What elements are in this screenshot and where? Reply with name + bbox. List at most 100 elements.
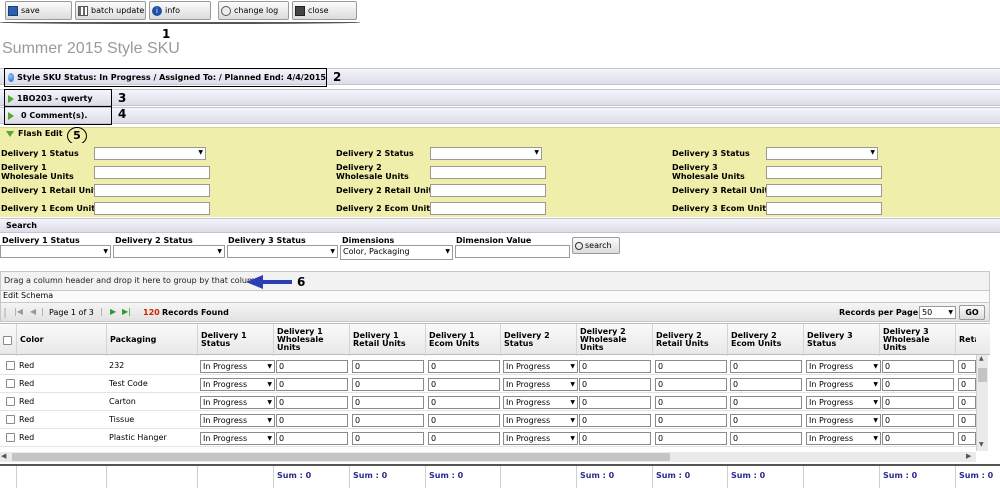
cell-units-input[interactable]: 0 <box>428 378 500 391</box>
grid-horizontal-scrollbar[interactable]: ◀ ▶ <box>0 452 976 462</box>
cell-units-input[interactable]: 0 <box>958 360 976 373</box>
header-d2-status[interactable]: Delivery 2 Status <box>500 324 576 356</box>
cell-d2-status-select[interactable]: In Progress ▼ <box>503 414 578 427</box>
search-d3-select[interactable]: ▼ <box>227 245 338 258</box>
cell-d3-status-select[interactable]: In Progress ▼ <box>806 432 881 445</box>
cell-units-input[interactable]: 0 <box>276 432 348 445</box>
group-drop-area[interactable]: Drag a column header and drop it here to… <box>0 271 990 291</box>
row-checkbox[interactable] <box>6 415 15 424</box>
cell-units-input[interactable]: 0 <box>655 414 727 427</box>
d3-ecom-input[interactable] <box>766 202 882 215</box>
row-checkbox[interactable] <box>6 397 15 406</box>
cell-units-input[interactable]: 0 <box>352 432 424 445</box>
cell-d2-status-select[interactable]: In Progress ▼ <box>503 396 578 409</box>
search-d2-select[interactable]: ▼ <box>113 245 225 258</box>
status-header[interactable]: Style SKU Status: In Progress / Assigned… <box>4 68 327 87</box>
save-button[interactable]: save <box>5 1 72 20</box>
cell-d1-status-select[interactable]: In Progress ▼ <box>200 360 275 373</box>
cell-units-input[interactable]: 0 <box>730 360 802 373</box>
cell-units-input[interactable]: 0 <box>352 414 424 427</box>
cell-units-input[interactable]: 0 <box>730 396 802 409</box>
cell-units-input[interactable]: 0 <box>882 360 954 373</box>
cell-d2-status-select[interactable]: In Progress ▼ <box>503 360 578 373</box>
d2-ecom-input[interactable] <box>430 202 546 215</box>
d1-status-select[interactable] <box>94 147 206 160</box>
records-per-page-select[interactable]: 50 ▼ <box>919 306 956 319</box>
cell-units-input[interactable]: 0 <box>882 396 954 409</box>
cell-d3-status-select[interactable]: In Progress ▼ <box>806 396 881 409</box>
cell-units-input[interactable]: 0 <box>352 360 424 373</box>
header-d2-wholesale[interactable]: Delivery 2 Wholesale Units <box>576 324 652 356</box>
comments-header[interactable]: 0 Comment(s). <box>4 106 112 125</box>
d1-ecom-input[interactable] <box>94 202 210 215</box>
header-d3-retail[interactable]: Reta <box>955 324 976 356</box>
header-d1-status[interactable]: Delivery 1 Status <box>197 324 273 356</box>
cell-units-input[interactable]: 0 <box>958 378 976 391</box>
cell-d1-status-select[interactable]: In Progress ▼ <box>200 396 275 409</box>
change-log-button[interactable]: change log <box>218 1 289 20</box>
table-row[interactable]: Red Carton In Progress ▼ In Progress ▼ In Prog… <box>0 393 976 411</box>
cell-units-input[interactable]: 0 <box>730 414 802 427</box>
header-d1-ecom[interactable]: Delivery 1 Ecom Units <box>425 324 500 356</box>
d1-retail-input[interactable] <box>94 184 210 197</box>
cell-units-input[interactable]: 0 <box>882 414 954 427</box>
cell-units-input[interactable]: 0 <box>655 360 727 373</box>
go-button[interactable]: GO <box>959 305 985 320</box>
cell-units-input[interactable]: 0 <box>276 414 348 427</box>
cell-units-input[interactable]: 0 <box>428 360 500 373</box>
cell-units-input[interactable]: 0 <box>579 432 651 445</box>
header-packaging[interactable]: Packaging <box>106 324 197 356</box>
batch-update-button[interactable]: batch update <box>75 1 146 20</box>
d2-retail-input[interactable] <box>430 184 546 197</box>
cell-units-input[interactable]: 0 <box>428 396 500 409</box>
table-row[interactable]: Red 232 In Progress ▼ In Progress ▼ In Progres… <box>0 357 976 375</box>
table-row[interactable]: Red Test Code In Progress ▼ In Progress ▼ In P… <box>0 375 976 393</box>
cell-units-input[interactable]: 0 <box>655 378 727 391</box>
row-checkbox[interactable] <box>6 361 15 370</box>
edit-schema-link[interactable]: Edit Schema <box>0 291 990 302</box>
prev-page-icon[interactable]: ◀ <box>30 307 36 316</box>
hscroll-thumb[interactable] <box>12 453 670 461</box>
cell-units-input[interactable]: 0 <box>958 414 976 427</box>
cell-units-input[interactable]: 0 <box>428 432 500 445</box>
row-checkbox[interactable] <box>6 433 15 442</box>
header-select-all[interactable] <box>0 324 16 356</box>
header-d3-wholesale[interactable]: Delivery 3 Wholesale Units <box>879 324 955 356</box>
header-d2-ecom[interactable]: Delivery 2 Ecom Units <box>727 324 803 356</box>
dimension-value-input[interactable] <box>455 245 570 258</box>
flash-edit-header[interactable]: Flash Edit <box>6 129 63 138</box>
cell-d3-status-select[interactable]: In Progress ▼ <box>806 360 881 373</box>
table-row[interactable]: Red Plastic Hanger In Progress ▼ In Progress… <box>0 429 976 447</box>
cell-units-input[interactable]: 0 <box>730 432 802 445</box>
cell-units-input[interactable]: 0 <box>276 378 348 391</box>
header-d2-retail[interactable]: Delivery 2 Retail Units <box>652 324 727 356</box>
vscroll-thumb[interactable] <box>978 368 987 382</box>
cell-units-input[interactable]: 0 <box>730 378 802 391</box>
cell-units-input[interactable]: 0 <box>882 432 954 445</box>
table-row[interactable]: Red Tissue In Progress ▼ In Progress ▼ In Prog… <box>0 411 976 429</box>
cell-units-input[interactable]: 0 <box>958 432 976 445</box>
scroll-left-icon[interactable]: ◀ <box>1 452 6 460</box>
search-button[interactable]: search <box>572 237 620 254</box>
cell-units-input[interactable]: 0 <box>579 396 651 409</box>
cell-d1-status-select[interactable]: In Progress ▼ <box>200 414 275 427</box>
cell-units-input[interactable]: 0 <box>428 414 500 427</box>
close-button[interactable]: close <box>292 1 357 20</box>
header-d3-status[interactable]: Delivery 3 Status <box>803 324 879 356</box>
select-all-checkbox[interactable] <box>3 335 12 345</box>
cell-units-input[interactable]: 0 <box>579 360 651 373</box>
cell-d2-status-select[interactable]: In Progress ▼ <box>503 432 578 445</box>
cell-units-input[interactable]: 0 <box>655 432 727 445</box>
scroll-up-icon[interactable]: ▲ <box>979 355 984 362</box>
cell-units-input[interactable]: 0 <box>276 396 348 409</box>
cell-d3-status-select[interactable]: In Progress ▼ <box>806 378 881 391</box>
header-d1-wholesale[interactable]: Delivery 1 Wholesale Units <box>273 324 349 356</box>
cell-units-input[interactable]: 0 <box>352 378 424 391</box>
cell-units-input[interactable]: 0 <box>958 396 976 409</box>
search-bar[interactable]: Search <box>0 218 1000 233</box>
first-page-icon[interactable]: |◀ <box>14 307 23 316</box>
next-page-icon[interactable]: ▶ <box>110 307 116 316</box>
cell-units-input[interactable]: 0 <box>579 414 651 427</box>
grid-vertical-scrollbar[interactable]: ▲ ▼ <box>976 355 988 451</box>
scroll-right-icon[interactable]: ▶ <box>966 452 971 460</box>
